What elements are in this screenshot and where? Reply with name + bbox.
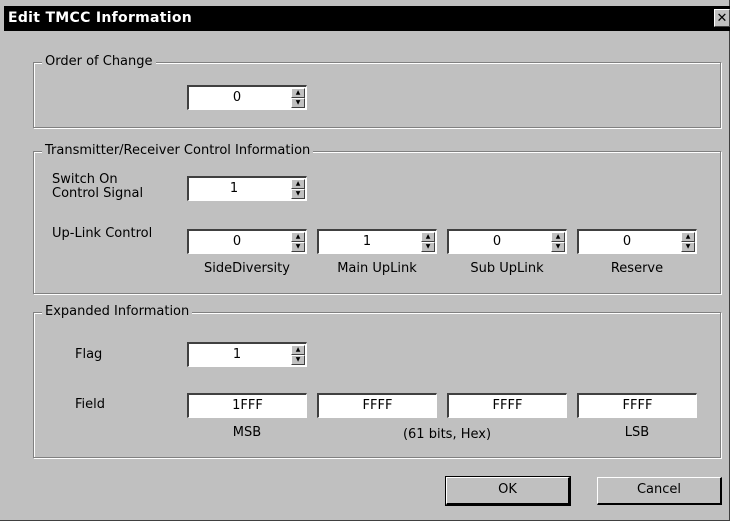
spin-down-icon[interactable]: ▼ [291,355,305,365]
close-icon: ✕ [716,11,728,26]
expanded-info-group: Expanded Information Flag 1 ▲ ▼ Field 1F… [33,304,721,458]
spin-down-icon[interactable]: ▼ [291,189,305,199]
side-diversity-value[interactable]: 0 [189,233,285,251]
switch-on-value[interactable]: 1 [189,180,279,198]
title-bar[interactable]: Edit TMCC Information ✕ [4,6,730,31]
main-uplink-value[interactable]: 1 [319,233,415,251]
spin-up-icon[interactable]: ▲ [291,88,305,98]
reserve-caption: Reserve [610,261,664,276]
bits-hex-caption: (61 bits, Hex) [402,427,492,442]
field-input-4[interactable]: FFFF [577,393,697,418]
flag-value[interactable]: 1 [189,346,285,364]
side-diversity-spinner[interactable]: 0 ▲ ▼ [187,229,307,254]
flag-spinner[interactable]: 1 ▲ ▼ [187,342,307,367]
trc-info-group: Transmitter/Receiver Control Information… [33,143,721,294]
sub-uplink-value[interactable]: 0 [449,233,545,251]
lsb-caption: LSB [624,425,650,440]
uplink-control-label: Up-Link Control [52,226,153,241]
field-input-3[interactable]: FFFF [447,393,567,418]
spin-up-icon[interactable]: ▲ [291,345,305,355]
expanded-info-legend: Expanded Information [42,304,193,320]
side-diversity-caption: SideDiversity [204,261,290,276]
main-uplink-caption: Main UpLink [337,261,417,276]
spin-up-icon[interactable]: ▲ [291,179,305,189]
spin-up-icon[interactable]: ▲ [681,232,695,242]
order-of-change-spinner[interactable]: 0 ▲ ▼ [187,85,307,110]
order-of-change-value[interactable]: 0 [189,89,285,107]
sub-uplink-caption: Sub UpLink [470,261,544,276]
switch-on-label-line1: Switch On [52,172,118,187]
cancel-button[interactable]: Cancel [597,477,722,505]
spin-up-icon[interactable]: ▲ [291,232,305,242]
order-of-change-group: Order of Change 0 ▲ ▼ [33,54,721,128]
switch-on-label-line2: Control Signal [52,186,144,201]
sub-uplink-spinner[interactable]: 0 ▲ ▼ [447,229,567,254]
trc-info-legend: Transmitter/Receiver Control Information [42,143,314,159]
window-title: Edit TMCC Information [8,10,193,26]
field-input-2[interactable]: FFFF [317,393,437,418]
close-button[interactable]: ✕ [714,9,730,27]
field-input-1[interactable]: 1FFF [187,393,307,418]
order-of-change-legend: Order of Change [42,54,156,70]
spin-down-icon[interactable]: ▼ [551,242,565,252]
field-label: Field [75,397,106,412]
spin-down-icon[interactable]: ▼ [291,242,305,252]
switch-on-spinner[interactable]: 1 ▲ ▼ [187,176,307,201]
main-uplink-spinner[interactable]: 1 ▲ ▼ [317,229,437,254]
spin-down-icon[interactable]: ▼ [421,242,435,252]
reserve-spinner[interactable]: 0 ▲ ▼ [577,229,697,254]
msb-caption: MSB [232,425,262,440]
spin-down-icon[interactable]: ▼ [681,242,695,252]
spin-up-icon[interactable]: ▲ [551,232,565,242]
edit-tmcc-dialog: Edit TMCC Information ✕ Order of Change … [0,0,730,521]
ok-button[interactable]: OK [445,476,571,506]
spin-down-icon[interactable]: ▼ [291,98,305,108]
reserve-value[interactable]: 0 [579,233,675,251]
flag-label: Flag [75,347,103,362]
spin-up-icon[interactable]: ▲ [421,232,435,242]
